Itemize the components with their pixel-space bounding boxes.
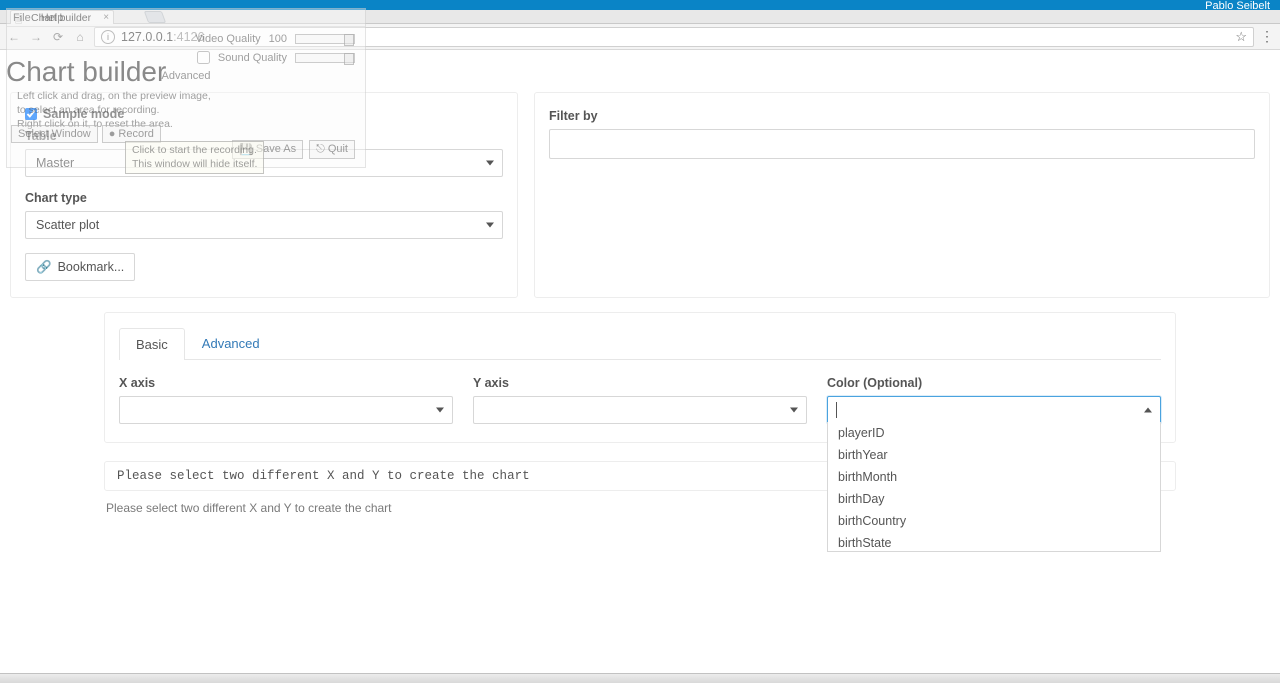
page-title: Chart builder [6,56,1274,88]
color-option[interactable]: birthDay [828,488,1160,510]
chart-type-label: Chart type [25,191,503,205]
chart-type-select[interactable]: Scatter plot [25,211,503,239]
axis-card: Basic Advanced X axis Y axis [104,312,1176,443]
color-option[interactable]: birthCountry [828,510,1160,532]
filter-input[interactable] [549,129,1255,159]
nav-reload-icon[interactable]: ⟳ [50,29,66,45]
sample-mode-checkbox[interactable] [25,108,37,120]
window-titlebar: Pablo Seibelt [0,0,1280,10]
x-axis-label: X axis [119,376,453,390]
color-option[interactable]: birthYear [828,444,1160,466]
color-axis-select[interactable] [827,396,1161,424]
chevron-down-icon [486,161,494,166]
page-body: Chart builder Sample mode Table Master C… [0,56,1280,515]
tabs: Basic Advanced [119,327,1161,360]
tab-basic[interactable]: Basic [119,328,185,360]
color-axis-label: Color (Optional) [827,376,1161,390]
browser-tabstrip: 🗎 Chart builder × [0,10,1280,24]
chevron-down-icon [790,408,798,413]
color-option[interactable]: birthState [828,532,1160,552]
table-select-value: Master [36,156,74,170]
color-dropdown-list[interactable]: playerIDbirthYearbirthMonthbirthDaybirth… [827,422,1161,552]
tab-favicon-icon: 🗎 [15,13,22,29]
config-card: Sample mode Table Master Chart type Scat… [10,92,518,298]
nav-back-icon[interactable]: ← [6,29,22,45]
site-info-icon[interactable]: i [101,30,115,44]
filter-label: Filter by [549,109,1255,123]
tab-close-icon[interactable]: × [103,12,109,23]
bookmark-button-label: Bookmark... [58,260,125,274]
filter-card: Filter by [534,92,1270,298]
taskbar [0,673,1280,683]
browser-tab[interactable]: 🗎 Chart builder × [10,10,114,24]
table-select[interactable]: Master [25,149,503,177]
browser-toolbar: ← → ⟳ ⌂ i 127.0.0.1:4126 ☆ ⋮ [0,24,1280,50]
sample-mode-label: Sample mode [43,107,124,121]
url-bar[interactable]: i 127.0.0.1:4126 ☆ [94,27,1254,47]
chevron-up-icon [1144,408,1152,413]
nav-home-icon[interactable]: ⌂ [72,29,88,45]
chart-type-select-value: Scatter plot [36,218,99,232]
chevron-down-icon [436,408,444,413]
text-cursor-icon [836,402,837,418]
bookmark-button[interactable]: 🔗 Bookmark... [25,253,135,281]
color-option[interactable]: playerID [828,422,1160,444]
table-label: Table [25,129,503,143]
y-axis-select[interactable] [473,396,807,424]
chevron-down-icon [486,223,494,228]
x-axis-select[interactable] [119,396,453,424]
url-text: 127.0.0.1:4126 [121,30,204,44]
bookmark-star-icon[interactable]: ☆ [1235,29,1247,45]
new-tab-button[interactable] [144,11,166,23]
y-axis-label: Y axis [473,376,807,390]
color-option[interactable]: birthMonth [828,466,1160,488]
link-icon: 🔗 [36,260,52,275]
tab-title: Chart builder [31,12,91,24]
nav-forward-icon[interactable]: → [28,29,44,45]
tab-advanced[interactable]: Advanced [185,327,277,359]
browser-menu-icon[interactable]: ⋮ [1260,30,1274,44]
